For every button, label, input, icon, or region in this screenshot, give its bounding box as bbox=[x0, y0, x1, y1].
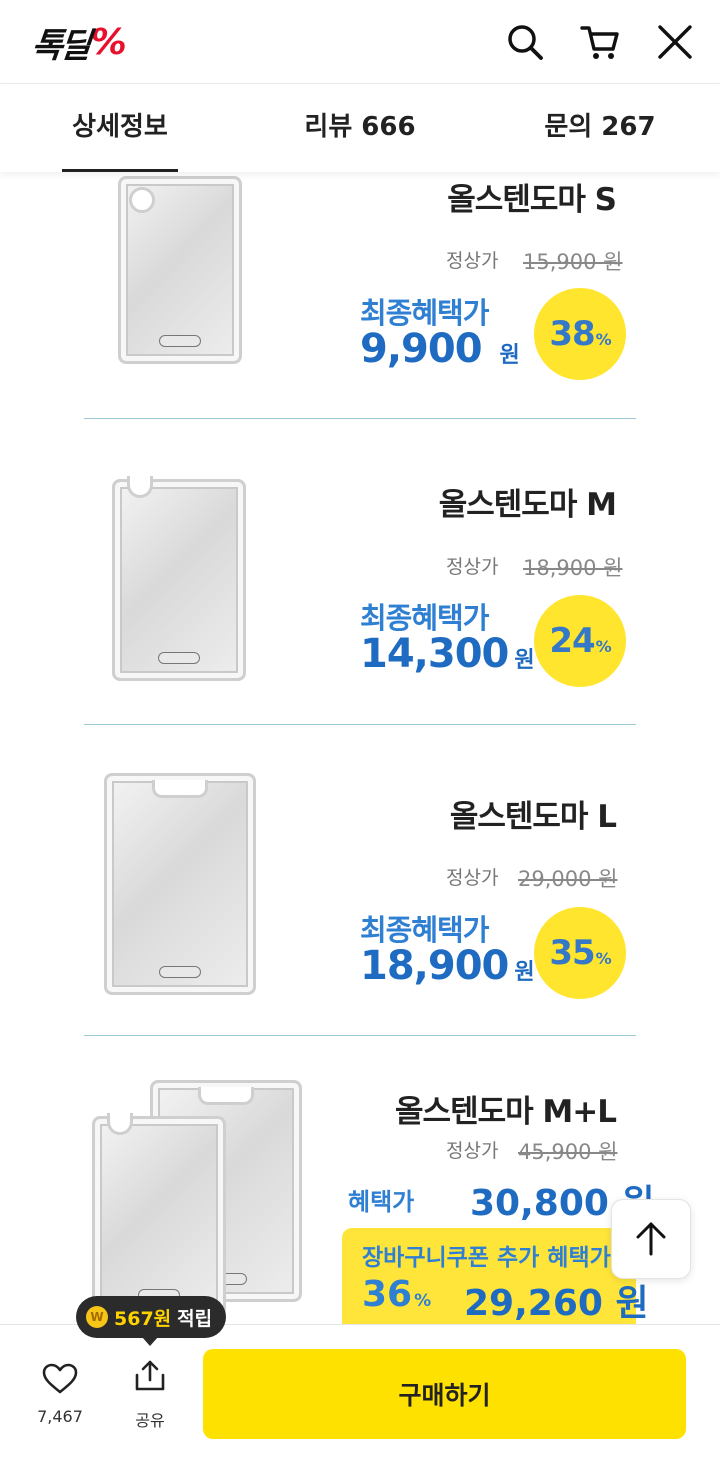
logo-symbol: % bbox=[90, 21, 127, 63]
board-logo-plate bbox=[159, 966, 201, 978]
scroll-to-top-button[interactable] bbox=[611, 1199, 691, 1279]
original-price: 29,000 원 bbox=[518, 867, 618, 891]
board-logo-plate bbox=[158, 652, 200, 664]
tokdeal-logo[interactable]: 톡딜 % bbox=[30, 21, 127, 66]
share-icon bbox=[135, 1360, 165, 1391]
won-unit: 원 bbox=[514, 648, 534, 673]
cart-coupon-box: 장바구니쿠폰 추가 혜택가 36% 29,260 원 bbox=[342, 1228, 649, 1324]
like-count: 7,467 bbox=[37, 1407, 83, 1426]
final-price: 14,300 원 bbox=[360, 631, 535, 677]
benefit-price-label: 혜택가 bbox=[348, 1188, 415, 1216]
logo-text: 톡딜 bbox=[29, 25, 91, 66]
product-card-m: 올스텐도마 M 정상가 18,900 원 최종혜택가 14,300 원 24% bbox=[0, 419, 720, 724]
buy-button[interactable]: 구매하기 bbox=[203, 1349, 686, 1439]
product-card-m-plus-l: 올스텐도마 M+L 정상가 45,900 원 혜택가 30,800 원 장바구니… bbox=[0, 1036, 720, 1324]
board-hole bbox=[129, 187, 155, 213]
points-label: 적립 bbox=[177, 1307, 213, 1330]
final-price: 9,900 원 bbox=[360, 326, 520, 372]
product-card-l: 올스텐도마 L 정상가 29,000 원 최종혜택가 18,900 원 35% bbox=[0, 725, 720, 1035]
discount-badge: 35% bbox=[534, 907, 626, 999]
product-name: 올스텐도마 L bbox=[449, 799, 617, 835]
product-detail-content: 올스텐도마 S 정상가 15,900 원 최종혜택가 9,900 원 38% 올스… bbox=[0, 172, 720, 1324]
won-unit: 원 bbox=[499, 343, 520, 368]
board-handle-slot bbox=[198, 1087, 254, 1105]
coupon-benefit-title: 장바구니쿠폰 추가 혜택가 bbox=[362, 1245, 611, 1271]
cutting-board-m-image bbox=[112, 476, 246, 681]
cutting-board-l-image bbox=[104, 773, 256, 995]
original-price-label: 정상가 bbox=[446, 250, 499, 272]
points-amount: 567원 bbox=[114, 1307, 172, 1330]
points-tooltip: W 567원 적립 bbox=[76, 1296, 227, 1346]
tab-details[interactable]: 상세정보 bbox=[0, 84, 240, 172]
original-price-label: 정상가 bbox=[446, 867, 499, 889]
product-name: 올스텐도마 S bbox=[447, 182, 617, 218]
original-price: 15,900 원 bbox=[523, 250, 623, 274]
final-price-value: 14,300 bbox=[360, 631, 509, 677]
detail-tabs: 상세정보 리뷰 666 문의 267 bbox=[0, 84, 720, 172]
board-hook bbox=[127, 476, 153, 498]
original-price: 45,900 원 bbox=[518, 1140, 618, 1164]
cart-icon[interactable] bbox=[580, 22, 620, 62]
product-name: 올스텐도마 M+L bbox=[395, 1094, 617, 1130]
discount-value: 38 bbox=[549, 314, 595, 354]
final-price: 18,900 원 bbox=[360, 943, 535, 989]
arrow-up-icon bbox=[636, 1222, 666, 1256]
discount-value: 24 bbox=[549, 621, 595, 661]
search-icon[interactable] bbox=[505, 22, 545, 62]
discount-badge: 38% bbox=[534, 288, 626, 380]
cutting-board-s-image bbox=[118, 176, 242, 364]
product-name: 올스텐도마 M bbox=[438, 487, 617, 523]
app-header: 톡딜 % bbox=[0, 0, 720, 84]
like-button[interactable]: 7,467 bbox=[20, 1355, 100, 1435]
coupon-price: 29,260 원 bbox=[464, 1283, 649, 1324]
tab-inquiries[interactable]: 문의 267 bbox=[480, 84, 720, 172]
percent-sign: % bbox=[595, 329, 612, 349]
original-price-label: 정상가 bbox=[446, 556, 499, 578]
percent-sign: % bbox=[595, 636, 612, 656]
final-price-value: 9,900 bbox=[360, 326, 483, 372]
original-price: 18,900 원 bbox=[523, 556, 623, 580]
share-label: 공유 bbox=[135, 1411, 165, 1430]
board-hook bbox=[107, 1113, 133, 1135]
discount-value: 35 bbox=[549, 933, 595, 973]
original-price-label: 정상가 bbox=[446, 1140, 499, 1162]
heart-icon bbox=[42, 1363, 78, 1394]
percent-sign: % bbox=[595, 948, 612, 968]
board-handle-slot bbox=[152, 780, 208, 798]
cutting-board-m-image bbox=[92, 1113, 226, 1318]
coupon-discount-value: 36 bbox=[362, 1274, 413, 1315]
won-unit: 원 bbox=[514, 960, 534, 985]
discount-badge: 24% bbox=[534, 595, 626, 687]
tab-reviews[interactable]: 리뷰 666 bbox=[240, 84, 480, 172]
share-button[interactable]: 공유 bbox=[110, 1355, 190, 1435]
percent-sign: % bbox=[414, 1291, 432, 1311]
final-price-value: 18,900 bbox=[360, 943, 509, 989]
board-logo-plate bbox=[159, 335, 201, 347]
close-icon[interactable] bbox=[655, 22, 695, 62]
coin-icon: W bbox=[86, 1306, 108, 1328]
bottom-action-bar: 7,467 공유 구매하기 bbox=[0, 1324, 720, 1459]
product-card-s: 올스텐도마 S 정상가 15,900 원 최종혜택가 9,900 원 38% bbox=[0, 172, 720, 418]
coupon-discount: 36% bbox=[362, 1274, 431, 1315]
